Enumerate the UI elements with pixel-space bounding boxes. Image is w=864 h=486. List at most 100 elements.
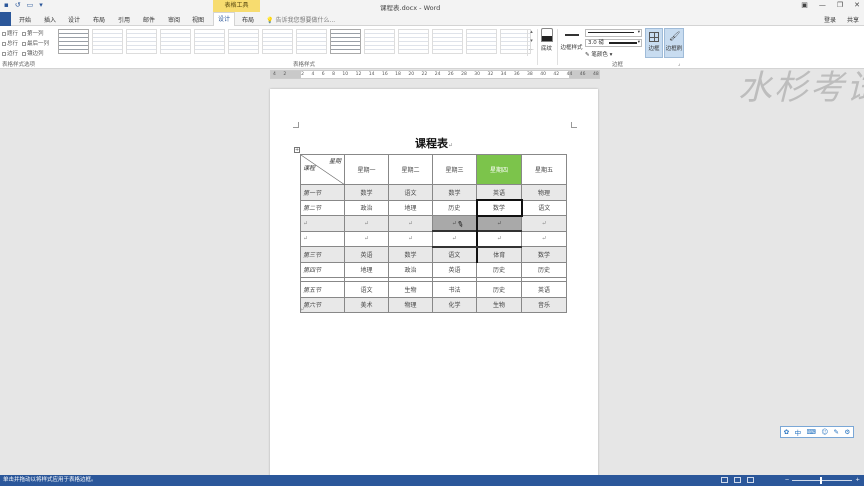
course-cell[interactable]: 历史 bbox=[476, 281, 522, 298]
course-cell[interactable]: 政治 bbox=[388, 261, 433, 278]
tab-view[interactable]: 视图 bbox=[192, 15, 204, 24]
tab-home[interactable]: 开始 bbox=[19, 15, 31, 24]
tab-table-design[interactable]: 设计 bbox=[213, 12, 236, 26]
tab-mailings[interactable]: 邮件 bbox=[143, 15, 155, 24]
ime-chinese-mode-icon[interactable]: 中 bbox=[795, 427, 802, 437]
tab-design[interactable]: 设计 bbox=[68, 15, 80, 24]
zoom-in-icon[interactable]: + bbox=[855, 475, 860, 486]
period-cell[interactable]: 第五节 bbox=[300, 281, 345, 298]
course-cell-selected[interactable]: ↵ bbox=[432, 215, 477, 232]
dialog-launcher-icon[interactable]: ⌟ bbox=[678, 61, 680, 67]
web-layout-icon[interactable] bbox=[747, 477, 754, 483]
tab-layout[interactable]: 布局 bbox=[93, 15, 105, 24]
open-icon[interactable]: ▭ bbox=[27, 1, 34, 9]
header-row-option[interactable]: 题行 bbox=[2, 29, 18, 37]
shading-button[interactable]: 底纹 bbox=[538, 28, 555, 52]
tab-references[interactable]: 引用 bbox=[118, 15, 130, 24]
ime-emoji-icon[interactable]: ☺ bbox=[821, 428, 828, 436]
course-cell[interactable]: ↵ bbox=[521, 230, 567, 247]
banded-rows-option[interactable]: 边行 bbox=[2, 49, 18, 57]
day-header-cell[interactable]: 星期五 bbox=[521, 154, 567, 185]
table-style-swatch[interactable] bbox=[228, 29, 259, 54]
table-style-swatch[interactable] bbox=[194, 29, 225, 54]
course-cell[interactable]: ↵ bbox=[521, 215, 567, 232]
course-cell[interactable]: 政治 bbox=[344, 199, 389, 216]
scroll-down-icon[interactable]: ▾ bbox=[528, 38, 535, 47]
maximize-icon[interactable]: ❐ bbox=[837, 1, 843, 9]
course-cell[interactable]: 化学 bbox=[432, 296, 477, 313]
line-style-dropdown[interactable]: ▾ bbox=[585, 29, 642, 37]
course-cell[interactable]: 语文 bbox=[432, 246, 477, 263]
period-cell[interactable]: 第三节 bbox=[300, 246, 345, 263]
table-style-swatch[interactable] bbox=[58, 29, 89, 54]
day-header-cell[interactable]: 星期一 bbox=[344, 154, 389, 185]
ribbon-display-icon[interactable]: ▣ bbox=[801, 1, 808, 9]
period-cell[interactable]: 第二节 bbox=[300, 199, 345, 216]
course-cell-bold-border[interactable]: ↵ bbox=[475, 230, 522, 248]
course-cell[interactable]: 英语 bbox=[344, 246, 389, 263]
table-style-swatch[interactable] bbox=[92, 29, 123, 54]
course-cell[interactable]: ↵ bbox=[388, 230, 433, 247]
sign-in-link[interactable]: 登录 bbox=[824, 15, 836, 24]
table-style-swatch[interactable] bbox=[296, 29, 327, 54]
ime-paw-icon[interactable]: ✿ bbox=[784, 428, 789, 436]
last-column-option[interactable]: 最后一列 bbox=[22, 39, 49, 47]
table-style-swatch[interactable] bbox=[466, 29, 497, 54]
period-cell[interactable]: 第一节 bbox=[300, 184, 345, 201]
pen-color-button[interactable]: ✎ 笔颜色 ▾ bbox=[585, 50, 612, 58]
course-cell[interactable]: 语文 bbox=[521, 199, 567, 216]
border-painter-button[interactable]: 🖌 边框刷 bbox=[664, 28, 684, 58]
course-cell[interactable]: 数学 bbox=[388, 246, 433, 263]
first-column-option[interactable]: 第一列 bbox=[22, 29, 44, 37]
course-cell[interactable]: 语文 bbox=[344, 281, 389, 298]
course-cell[interactable]: 历史 bbox=[521, 261, 567, 278]
course-cell[interactable]: 语文 bbox=[388, 184, 433, 201]
table-style-swatch[interactable] bbox=[398, 29, 429, 54]
course-cell-bold-border[interactable]: 数学 bbox=[475, 199, 523, 217]
border-styles-button[interactable]: 边框样式 bbox=[559, 28, 584, 51]
line-weight-dropdown[interactable]: 3.0 磅 ▾ bbox=[585, 39, 642, 47]
period-cell[interactable]: ↵ bbox=[300, 230, 345, 247]
course-cell[interactable]: 音乐 bbox=[521, 296, 567, 313]
diagonal-header-cell[interactable]: 星期 课程 bbox=[300, 154, 345, 185]
course-cell[interactable]: 数学 bbox=[521, 246, 567, 263]
course-cell[interactable]: 体育 bbox=[475, 246, 522, 263]
course-cell[interactable]: ↵ bbox=[388, 215, 433, 232]
course-cell[interactable]: 数学 bbox=[432, 184, 477, 201]
borders-button[interactable]: 边框 bbox=[645, 28, 663, 58]
course-cell[interactable]: 物理 bbox=[521, 184, 567, 201]
zoom-out-icon[interactable]: − bbox=[785, 475, 790, 486]
banded-columns-option[interactable]: 镶边列 bbox=[22, 49, 44, 57]
course-cell[interactable]: 英语 bbox=[476, 184, 522, 201]
customize-qat-icon[interactable]: ▾ bbox=[39, 1, 43, 9]
course-cell[interactable]: 物理 bbox=[388, 296, 433, 313]
course-cell[interactable]: 美术 bbox=[344, 296, 389, 313]
course-cell[interactable]: ↵ bbox=[344, 230, 389, 247]
ime-settings-icon[interactable]: ⚙ bbox=[844, 428, 850, 436]
course-cell-bold-border[interactable]: ↵ bbox=[432, 230, 477, 248]
period-cell[interactable]: 第六节 bbox=[300, 296, 345, 313]
period-cell[interactable]: 第四节 bbox=[300, 261, 345, 278]
undo-icon[interactable]: ↺ bbox=[15, 1, 21, 9]
horizontal-ruler[interactable]: 4 2 2 4 6 8 10 12 14 16 18 20 22 24 26 28 30 32 34 36 38 40 42… bbox=[270, 70, 600, 79]
total-row-option[interactable]: 总行 bbox=[2, 39, 18, 47]
day-header-cell-highlighted[interactable]: 星期四 bbox=[476, 154, 522, 185]
course-cell[interactable]: 历史 bbox=[476, 261, 522, 278]
period-cell[interactable]: ↵ bbox=[300, 215, 345, 232]
course-cell[interactable]: 历史 bbox=[432, 199, 477, 216]
read-mode-icon[interactable] bbox=[721, 477, 728, 483]
zoom-thumb[interactable] bbox=[820, 477, 823, 484]
ime-keyboard-icon[interactable]: ⌨ bbox=[807, 428, 816, 436]
table-style-swatch[interactable] bbox=[126, 29, 157, 54]
print-layout-icon[interactable] bbox=[734, 477, 741, 483]
course-cell[interactable]: ↵ bbox=[344, 215, 389, 232]
course-cell[interactable]: 英语 bbox=[432, 261, 477, 278]
course-table[interactable]: 星期 课程 星期一 星期二 星期三 星期四 星期五 第一节 数学 语文 数学 英… bbox=[300, 154, 567, 313]
gallery-more-icon[interactable]: ⋯ bbox=[528, 47, 535, 56]
table-style-swatch[interactable] bbox=[330, 29, 361, 54]
gallery-scroll[interactable]: ▴ ▾ ⋯ bbox=[527, 29, 535, 56]
zoom-slider[interactable] bbox=[792, 477, 853, 484]
table-style-swatch[interactable] bbox=[160, 29, 191, 54]
course-cell[interactable]: 书法 bbox=[432, 281, 477, 298]
scroll-up-icon[interactable]: ▴ bbox=[528, 29, 535, 38]
